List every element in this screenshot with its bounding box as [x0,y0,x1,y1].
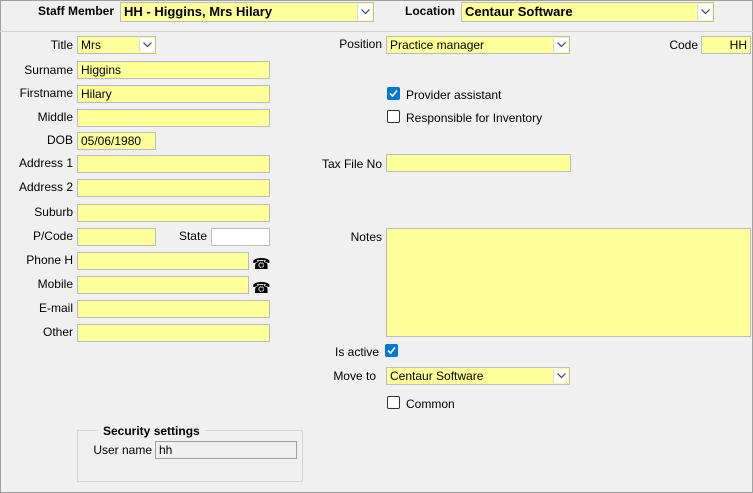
security-settings-title: Security settings [98,423,205,439]
location-select[interactable]: Centaur Software [461,2,714,22]
middle-label: Middle [37,110,73,124]
location-value: Centaur Software [465,4,573,19]
position-select[interactable]: Practice manager [386,36,570,54]
move-to-label: Move to [333,369,376,383]
tax-file-input[interactable] [386,154,571,172]
other-input[interactable] [77,324,270,342]
move-to-value: Centaur Software [390,369,484,383]
title-select[interactable]: Mrs [77,36,156,54]
telephone-icon[interactable]: ☎ [252,256,271,272]
staff-member-label: Staff Member [38,4,115,18]
suburb-label: Suburb [34,205,73,219]
middle-input[interactable] [77,109,270,127]
surname-label: Surname [24,63,73,77]
mobile-input[interactable] [77,276,249,294]
address2-input[interactable] [77,179,270,197]
firstname-label: Firstname [19,86,73,100]
username-input[interactable]: hh [155,441,297,459]
chevron-down-icon[interactable] [139,38,154,52]
position-value: Practice manager [390,38,485,52]
email-input[interactable] [77,300,270,318]
tax-file-label: Tax File No [321,157,382,171]
username-label: User name [93,443,152,457]
chevron-down-icon[interactable] [697,4,712,20]
state-input[interactable] [211,228,270,246]
title-label: Title [50,38,73,52]
position-label: Position [339,37,382,51]
provider-assistant-checkbox[interactable] [387,87,400,100]
address2-label: Address 2 [18,180,73,194]
email-label: E-mail [38,301,73,315]
location-label: Location [405,4,455,18]
common-label: Common [406,397,455,411]
code-label: Code [669,38,698,52]
other-label: Other [42,325,73,339]
staff-member-select[interactable]: HH - Higgins, Mrs Hilary [120,2,374,22]
common-checkbox[interactable] [387,396,400,409]
checkmark-icon [387,346,396,355]
mobile-label: Mobile [37,277,73,291]
notes-textarea[interactable] [386,228,751,337]
header-divider [0,31,753,32]
is-active-checkbox[interactable] [385,344,398,357]
dob-label: DOB [46,133,73,147]
state-label: State [178,229,207,243]
telephone-icon[interactable]: ☎ [252,280,271,296]
surname-input[interactable]: Higgins [77,61,270,79]
checkmark-icon [389,89,398,98]
address1-label: Address 1 [18,156,73,170]
chevron-down-icon[interactable] [357,4,372,20]
provider-assistant-label: Provider assistant [406,88,502,102]
postcode-label: P/Code [32,229,73,243]
responsible-inventory-label: Responsible for Inventory [406,111,543,125]
phone-h-input[interactable] [77,252,249,270]
code-input[interactable]: HH [701,36,751,54]
title-value: Mrs [81,38,101,52]
suburb-input[interactable] [77,204,270,222]
staff-member-value: HH - Higgins, Mrs Hilary [124,4,273,19]
phone-h-label: Phone H [26,253,73,267]
is-active-label: Is active [334,345,379,359]
address1-input[interactable] [77,155,270,173]
dob-input[interactable]: 05/06/1980 [77,132,156,150]
firstname-input[interactable]: Hilary [77,85,270,103]
move-to-select[interactable]: Centaur Software [386,367,570,385]
postcode-input[interactable] [77,228,156,246]
notes-label: Notes [350,230,382,244]
chevron-down-icon[interactable] [553,369,568,383]
chevron-down-icon[interactable] [553,38,568,52]
responsible-inventory-checkbox[interactable] [387,110,400,123]
